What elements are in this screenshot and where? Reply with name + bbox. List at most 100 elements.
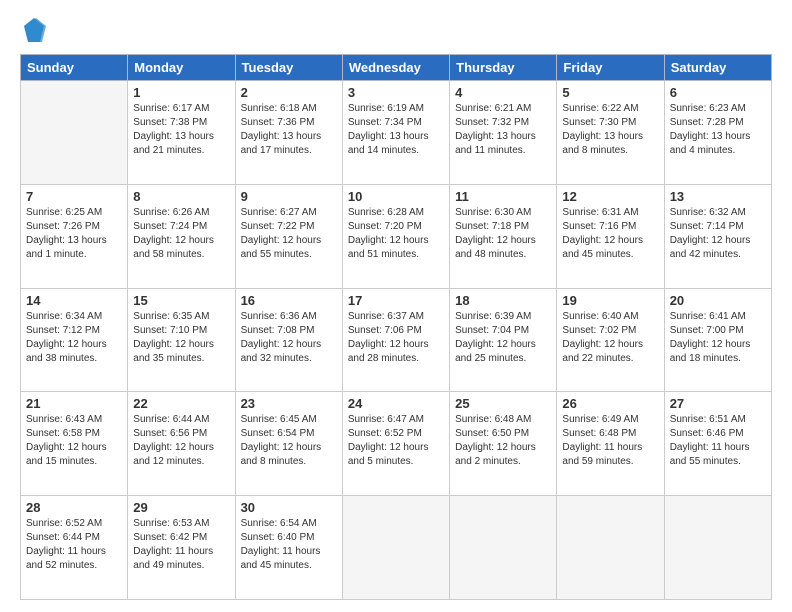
day-number: 26 (562, 396, 658, 411)
day-cell (21, 81, 128, 185)
day-number: 29 (133, 500, 229, 515)
day-cell (664, 496, 771, 600)
day-detail: Sunrise: 6:37 AMSunset: 7:06 PMDaylight:… (348, 310, 444, 366)
day-number: 12 (562, 189, 658, 204)
day-number: 28 (26, 500, 122, 515)
day-detail: Sunrise: 6:45 AMSunset: 6:54 PMDaylight:… (241, 413, 337, 469)
day-detail: Sunrise: 6:39 AMSunset: 7:04 PMDaylight:… (455, 310, 551, 366)
day-cell: 16Sunrise: 6:36 AMSunset: 7:08 PMDayligh… (235, 288, 342, 392)
day-number: 10 (348, 189, 444, 204)
day-number: 6 (670, 85, 766, 100)
day-detail: Sunrise: 6:21 AMSunset: 7:32 PMDaylight:… (455, 102, 551, 158)
day-cell: 4Sunrise: 6:21 AMSunset: 7:32 PMDaylight… (450, 81, 557, 185)
week-row-0: 1 Sunrise: 6:17 AMSunset: 7:38 PMDaylight… (21, 81, 772, 185)
page: SundayMondayTuesdayWednesdayThursdayFrid… (0, 0, 792, 612)
day-cell: 11 Sunrise: 6:30 AMSunset: 7:18 PMDayligh… (450, 184, 557, 288)
day-cell: 18 Sunrise: 6:39 AMSunset: 7:04 PMDayligh… (450, 288, 557, 392)
logo-icon (22, 16, 46, 44)
day-detail: Sunrise: 6:54 AMSunset: 6:40 PMDaylight:… (241, 517, 337, 573)
calendar: SundayMondayTuesdayWednesdayThursdayFrid… (20, 54, 772, 600)
day-cell: 9 Sunrise: 6:27 AMSunset: 7:22 PMDaylight… (235, 184, 342, 288)
weekday-header-sunday: Sunday (21, 55, 128, 81)
day-cell (557, 496, 664, 600)
day-number: 25 (455, 396, 551, 411)
day-number: 2 (241, 85, 337, 100)
day-number: 1 (133, 85, 229, 100)
day-detail: Sunrise: 6:19 AMSunset: 7:34 PMDaylight:… (348, 102, 444, 158)
day-cell: 12Sunrise: 6:31 AMSunset: 7:16 PMDayligh… (557, 184, 664, 288)
day-cell: 17 Sunrise: 6:37 AMSunset: 7:06 PMDayligh… (342, 288, 449, 392)
day-cell: 25 Sunrise: 6:48 AMSunset: 6:50 PMDayligh… (450, 392, 557, 496)
day-cell: 29 Sunrise: 6:53 AMSunset: 6:42 PMDayligh… (128, 496, 235, 600)
day-detail: Sunrise: 6:48 AMSunset: 6:50 PMDaylight:… (455, 413, 551, 469)
day-cell: 23 Sunrise: 6:45 AMSunset: 6:54 PMDayligh… (235, 392, 342, 496)
day-cell (450, 496, 557, 600)
week-row-1: 7Sunrise: 6:25 AMSunset: 7:26 PMDaylight… (21, 184, 772, 288)
day-detail: Sunrise: 6:26 AMSunset: 7:24 PMDaylight:… (133, 206, 229, 262)
day-number: 20 (670, 293, 766, 308)
day-detail: Sunrise: 6:23 AMSunset: 7:28 PMDaylight:… (670, 102, 766, 158)
weekday-header-wednesday: Wednesday (342, 55, 449, 81)
day-number: 27 (670, 396, 766, 411)
day-cell: 15Sunrise: 6:35 AMSunset: 7:10 PMDayligh… (128, 288, 235, 392)
day-number: 13 (670, 189, 766, 204)
week-row-4: 28 Sunrise: 6:52 AMSunset: 6:44 PMDayligh… (21, 496, 772, 600)
logo (20, 16, 52, 44)
day-number: 17 (348, 293, 444, 308)
day-number: 14 (26, 293, 122, 308)
day-detail: Sunrise: 6:34 AMSunset: 7:12 PMDaylight:… (26, 310, 122, 366)
day-detail: Sunrise: 6:49 AMSunset: 6:48 PMDaylight:… (562, 413, 658, 469)
day-number: 19 (562, 293, 658, 308)
day-number: 24 (348, 396, 444, 411)
day-cell: 27Sunrise: 6:51 AMSunset: 6:46 PMDayligh… (664, 392, 771, 496)
day-number: 30 (241, 500, 337, 515)
week-row-3: 21Sunrise: 6:43 AMSunset: 6:58 PMDayligh… (21, 392, 772, 496)
day-detail: Sunrise: 6:41 AMSunset: 7:00 PMDaylight:… (670, 310, 766, 366)
weekday-header-row: SundayMondayTuesdayWednesdayThursdayFrid… (21, 55, 772, 81)
day-cell: 19Sunrise: 6:40 AMSunset: 7:02 PMDayligh… (557, 288, 664, 392)
day-detail: Sunrise: 6:44 AMSunset: 6:56 PMDaylight:… (133, 413, 229, 469)
day-detail: Sunrise: 6:30 AMSunset: 7:18 PMDaylight:… (455, 206, 551, 262)
day-cell: 3 Sunrise: 6:19 AMSunset: 7:34 PMDaylight… (342, 81, 449, 185)
week-row-2: 14 Sunrise: 6:34 AMSunset: 7:12 PMDayligh… (21, 288, 772, 392)
day-detail: Sunrise: 6:47 AMSunset: 6:52 PMDaylight:… (348, 413, 444, 469)
day-detail: Sunrise: 6:32 AMSunset: 7:14 PMDaylight:… (670, 206, 766, 262)
day-number: 7 (26, 189, 122, 204)
day-cell: 20 Sunrise: 6:41 AMSunset: 7:00 PMDayligh… (664, 288, 771, 392)
day-detail: Sunrise: 6:17 AMSunset: 7:38 PMDaylight:… (133, 102, 229, 158)
day-cell: 10 Sunrise: 6:28 AMSunset: 7:20 PMDayligh… (342, 184, 449, 288)
day-number: 8 (133, 189, 229, 204)
day-cell (342, 496, 449, 600)
day-cell: 21Sunrise: 6:43 AMSunset: 6:58 PMDayligh… (21, 392, 128, 496)
day-cell: 13 Sunrise: 6:32 AMSunset: 7:14 PMDayligh… (664, 184, 771, 288)
day-number: 21 (26, 396, 122, 411)
day-number: 22 (133, 396, 229, 411)
day-detail: Sunrise: 6:27 AMSunset: 7:22 PMDaylight:… (241, 206, 337, 262)
day-detail: Sunrise: 6:18 AMSunset: 7:36 PMDaylight:… (241, 102, 337, 158)
day-cell: 2 Sunrise: 6:18 AMSunset: 7:36 PMDaylight… (235, 81, 342, 185)
weekday-header-tuesday: Tuesday (235, 55, 342, 81)
day-number: 23 (241, 396, 337, 411)
day-detail: Sunrise: 6:28 AMSunset: 7:20 PMDaylight:… (348, 206, 444, 262)
day-cell: 8 Sunrise: 6:26 AMSunset: 7:24 PMDaylight… (128, 184, 235, 288)
day-cell: 1 Sunrise: 6:17 AMSunset: 7:38 PMDaylight… (128, 81, 235, 185)
day-number: 3 (348, 85, 444, 100)
day-cell: 14 Sunrise: 6:34 AMSunset: 7:12 PMDayligh… (21, 288, 128, 392)
weekday-header-thursday: Thursday (450, 55, 557, 81)
day-detail: Sunrise: 6:53 AMSunset: 6:42 PMDaylight:… (133, 517, 229, 573)
day-detail: Sunrise: 6:22 AMSunset: 7:30 PMDaylight:… (562, 102, 658, 158)
header (20, 16, 772, 44)
day-number: 5 (562, 85, 658, 100)
day-cell: 7Sunrise: 6:25 AMSunset: 7:26 PMDaylight… (21, 184, 128, 288)
weekday-header-monday: Monday (128, 55, 235, 81)
day-cell: 26 Sunrise: 6:49 AMSunset: 6:48 PMDayligh… (557, 392, 664, 496)
day-number: 18 (455, 293, 551, 308)
day-number: 11 (455, 189, 551, 204)
day-detail: Sunrise: 6:52 AMSunset: 6:44 PMDaylight:… (26, 517, 122, 573)
day-cell: 24 Sunrise: 6:47 AMSunset: 6:52 PMDayligh… (342, 392, 449, 496)
weekday-header-saturday: Saturday (664, 55, 771, 81)
day-detail: Sunrise: 6:36 AMSunset: 7:08 PMDaylight:… (241, 310, 337, 366)
day-number: 9 (241, 189, 337, 204)
day-cell: 5 Sunrise: 6:22 AMSunset: 7:30 PMDaylight… (557, 81, 664, 185)
day-cell: 30 Sunrise: 6:54 AMSunset: 6:40 PMDayligh… (235, 496, 342, 600)
